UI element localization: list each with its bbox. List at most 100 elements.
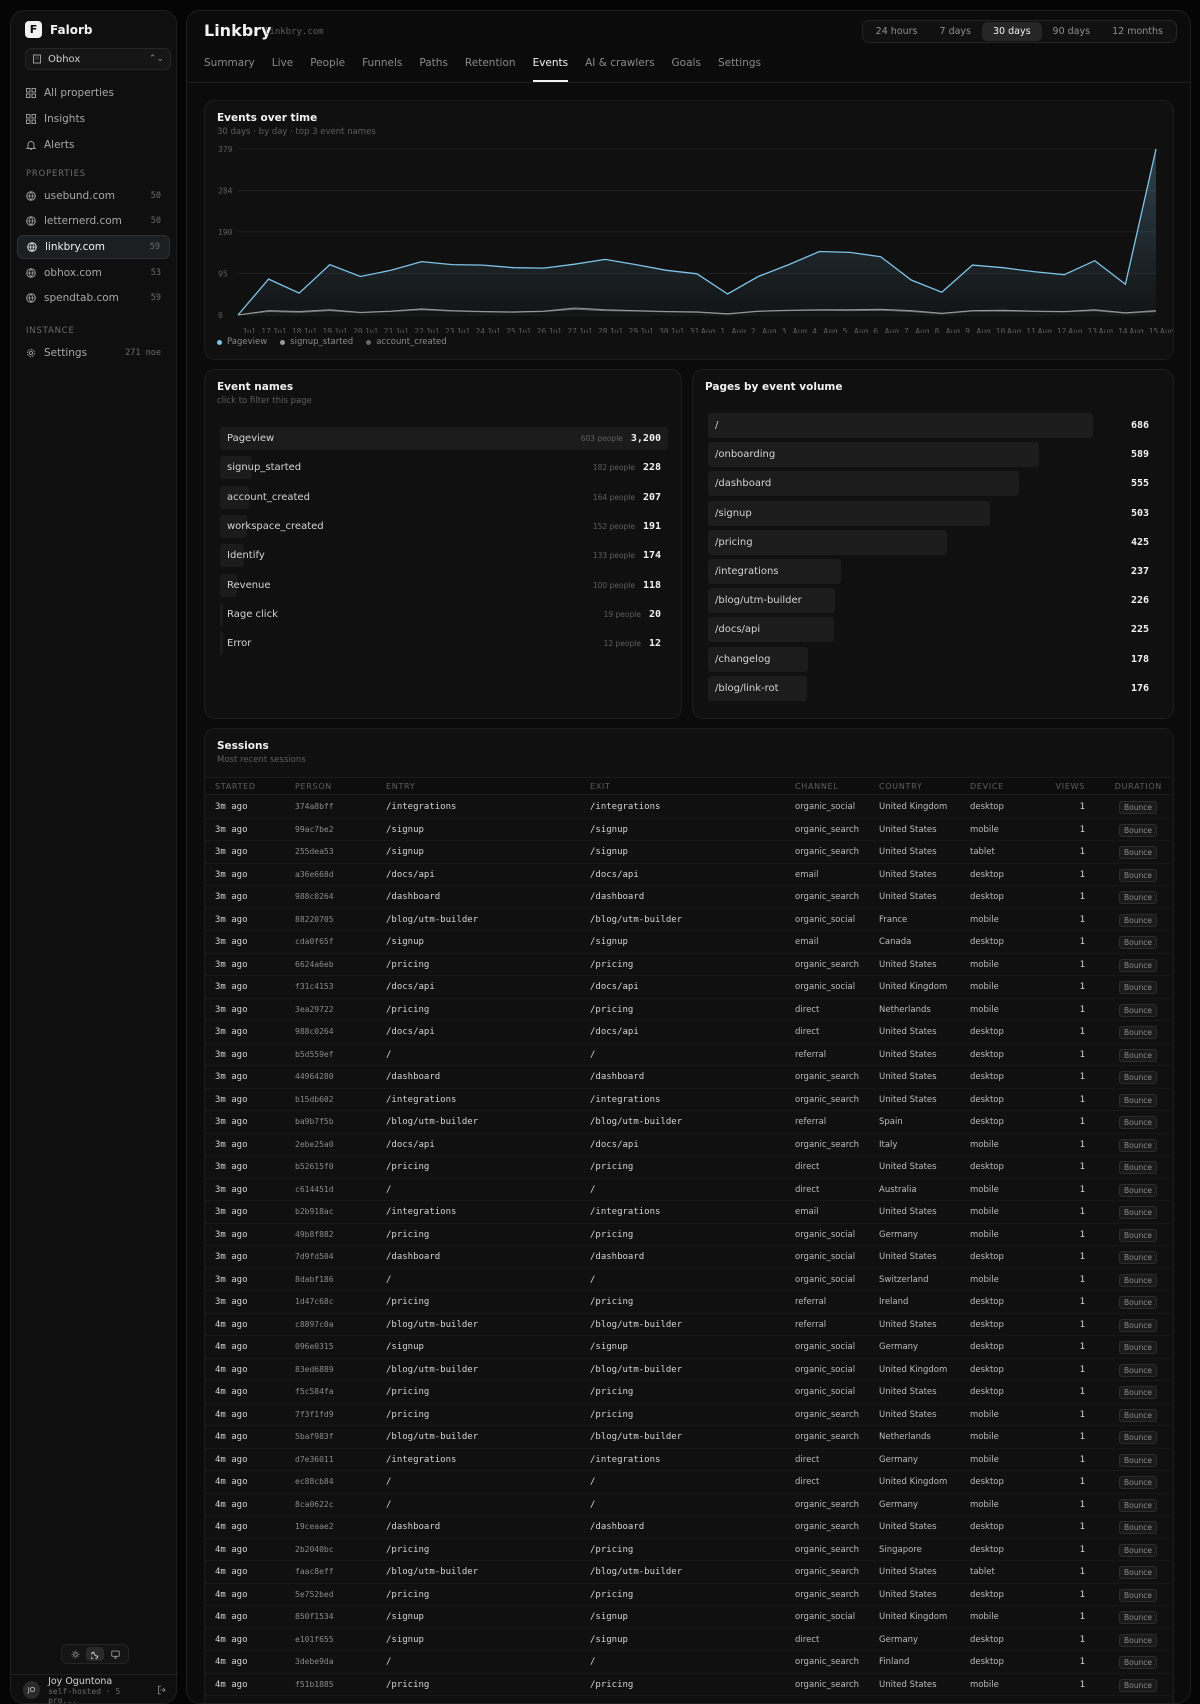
event-row-revenue[interactable]: Revenue 100 people 118 xyxy=(220,573,668,597)
session-row[interactable]: 4m ago 5baf983f/blog/utm-builder/blog/utm… xyxy=(205,1426,1170,1449)
page-row-onboarding[interactable]: /onboarding 589 xyxy=(708,441,1156,468)
range-30-days[interactable]: 30 days xyxy=(982,22,1042,41)
session-row[interactable]: 3m ago 99ac7be2/signup/signup organic_sear… xyxy=(205,819,1170,841)
session-row[interactable]: 3m ago 7d9fd504/dashboard/dashboard organi… xyxy=(205,1246,1170,1269)
session-row[interactable]: 4m ago 096e0315/signup/signup organic_soci… xyxy=(205,1336,1170,1359)
nav-insights[interactable]: Insights xyxy=(17,107,170,131)
session-row[interactable]: 3m ago f31c4153/docs/api/docs/api organic_… xyxy=(205,976,1170,999)
brand[interactable]: F Falorb xyxy=(25,21,92,38)
session-row[interactable]: 3m ago 49b8f882/pricing/pricing organic_so… xyxy=(205,1224,1170,1246)
session-row[interactable]: 3m ago 1d47c68c/pricing/pricing referral Ir… xyxy=(205,1291,1170,1314)
session-row[interactable]: 4m ago faac8eff/blog/utm-builder/blog/utm… xyxy=(205,1561,1170,1584)
session-row[interactable]: 4m ago e101f655/signup/signup direct German… xyxy=(205,1629,1170,1651)
tab-paths[interactable]: Paths xyxy=(419,57,448,82)
tab-summary[interactable]: Summary xyxy=(204,57,255,82)
session-row[interactable]: 4m ago c8897c0a/blog/utm-builder/blog/utm… xyxy=(205,1314,1170,1336)
session-row[interactable]: 3m ago 6624a6eb/pricing/pricing organic_se… xyxy=(205,954,1170,976)
range-90-days[interactable]: 90 days xyxy=(1042,22,1102,41)
cell-started: 3m ago xyxy=(215,1207,248,1217)
cell-country: Netherlands xyxy=(879,1004,931,1015)
session-row[interactable]: 4m ago 19ceaae2/dashboard/dashboard organi… xyxy=(205,1516,1170,1539)
system-theme-button[interactable] xyxy=(106,1647,124,1661)
tab-funnels[interactable]: Funnels xyxy=(362,57,402,82)
session-row[interactable]: 4m ago f51b1885/pricing/pricing organic_se… xyxy=(205,1674,1170,1696)
session-row[interactable]: 4m ago 7f3f1fd9/pricing/pricing organic_se… xyxy=(205,1404,1170,1426)
page-row-signup[interactable]: /signup 503 xyxy=(708,500,1156,527)
cell-started: 4m ago xyxy=(215,1634,248,1645)
nav-alerts[interactable]: Alerts xyxy=(17,133,170,157)
session-row[interactable]: 3m ago 255dea53/signup/signup organic_sear… xyxy=(205,841,1170,864)
tab-events[interactable]: Events xyxy=(532,57,568,82)
property-usebund[interactable]: usebund.com 50 xyxy=(17,184,170,208)
page-row-root[interactable]: / 686 xyxy=(708,412,1156,439)
tab-ai-crawlers[interactable]: AI & crawlers xyxy=(585,57,654,82)
session-row[interactable]: 3m ago 8dabf186 / / organic_social Switzerlan… xyxy=(205,1269,1170,1291)
session-row[interactable]: 3m ago 3ea29722/pricing/pricing direct Neth… xyxy=(205,999,1170,1021)
session-row[interactable]: 3m ago b5d559ef / / referral United States des… xyxy=(205,1044,1170,1066)
event-row-rage-click[interactable]: Rage click 19 people 20 xyxy=(220,602,668,626)
property-spendtab[interactable]: spendtab.com 59 xyxy=(17,286,170,310)
session-row[interactable]: 3m ago ba9b7f5b/blog/utm-builder/blog/utm… xyxy=(205,1111,1170,1134)
session-row[interactable]: 4m ago ec88cb84 / / direct United Kingdom desk… xyxy=(205,1471,1170,1494)
session-row[interactable]: 3m ago cda0f65f/signup/signup email Canada d… xyxy=(205,931,1170,954)
session-row[interactable]: 3m ago 2ebe25a0/docs/api/docs/api organic_… xyxy=(205,1134,1170,1156)
tab-live[interactable]: Live xyxy=(272,57,293,82)
session-row[interactable]: 3m ago b15db602/integrations/integrations… xyxy=(205,1089,1170,1111)
page-count: 176 xyxy=(1130,682,1149,694)
session-row[interactable]: 4m ago 2b2040bc/pricing/pricing organic_se… xyxy=(205,1539,1170,1561)
light-theme-button[interactable] xyxy=(66,1647,84,1661)
page-row-pricing[interactable]: /pricing 425 xyxy=(708,529,1156,556)
session-row[interactable]: 3m ago 988c0264/dashboard/dashboard organi… xyxy=(205,886,1170,909)
logout-icon[interactable] xyxy=(157,1685,166,1695)
dark-theme-button[interactable] xyxy=(86,1647,104,1661)
range-7-days[interactable]: 7 days xyxy=(929,22,983,41)
session-row[interactable]: 4m ago 83ed6889/blog/utm-builder/blog/utm… xyxy=(205,1359,1170,1381)
session-row[interactable]: 3m ago 44964280/dashboard/dashboard organi… xyxy=(205,1066,1170,1089)
moon-icon xyxy=(90,1651,98,1659)
bounce-badge: Bounce xyxy=(1119,1251,1157,1264)
tab-settings[interactable]: Settings xyxy=(718,57,761,82)
cell-channel: organic_search xyxy=(795,1589,860,1600)
session-row[interactable]: 3m ago 88220705/blog/utm-builder/blog/utm… xyxy=(205,909,1170,931)
event-row-account-created[interactable]: account_created 164 people 207 xyxy=(220,485,668,509)
session-row[interactable]: 3m ago b2b918ac/integrations/integrations… xyxy=(205,1201,1170,1224)
event-row-error[interactable]: Error 12 people 12 xyxy=(220,632,668,656)
session-row[interactable]: 3m ago c614451d / / direct Australia mobile 1 Bo… xyxy=(205,1179,1170,1201)
page-row-dashboard[interactable]: /dashboard 555 xyxy=(708,470,1156,497)
cell-channel: organic_search xyxy=(795,1499,860,1510)
session-row[interactable]: 4m ago 5e752bed/pricing/pricing organic_se… xyxy=(205,1584,1170,1606)
session-row[interactable]: 3m ago 374a8bff/integrations/integrations… xyxy=(205,796,1170,819)
range-12-months[interactable]: 12 months xyxy=(1101,22,1174,41)
property-letternerd[interactable]: letternerd.com 50 xyxy=(17,209,170,233)
page-row-changelog[interactable]: /changelog 178 xyxy=(708,646,1156,673)
cell-entry-page: /blog/utm-builder xyxy=(386,1117,479,1127)
nav-settings[interactable]: Settings 271 noe xyxy=(17,341,170,365)
event-row-pageview[interactable]: Pageview 603 people 3,200 xyxy=(220,427,668,450)
session-row[interactable]: 4m ago d7e36011/integrations/integrations… xyxy=(205,1449,1170,1471)
page-row-blog-link-rot[interactable]: /blog/link-rot 176 xyxy=(708,675,1156,702)
event-row-workspace-created[interactable]: workspace_created 152 people 191 xyxy=(220,514,668,538)
session-row[interactable]: 4m ago f5c584fa/pricing/pricing organic_so… xyxy=(205,1381,1170,1404)
property-obhox[interactable]: obhox.com 53 xyxy=(17,261,170,285)
page-row-integrations[interactable]: /integrations 237 xyxy=(708,558,1156,585)
cell-country: France xyxy=(879,914,908,925)
session-row[interactable]: 4m ago 850f1534/signup/signup organic_soci… xyxy=(205,1606,1170,1629)
cell-device: desktop xyxy=(970,1297,1004,1307)
nav-all-properties[interactable]: All properties xyxy=(17,81,170,105)
event-row-signup-started[interactable]: signup_started 182 people 228 xyxy=(220,456,668,480)
tab-goals[interactable]: Goals xyxy=(672,57,701,82)
range-24-hours[interactable]: 24 hours xyxy=(865,22,929,41)
event-row-identify[interactable]: Identify 133 people 174 xyxy=(220,544,668,568)
org-select[interactable]: Obhox ⌃⌄ xyxy=(25,48,171,70)
property-linkbry[interactable]: linkbry.com 59 xyxy=(17,235,170,259)
page-row-blog-utm-builder[interactable]: /blog/utm-builder 226 xyxy=(708,587,1156,614)
tab-retention[interactable]: Retention xyxy=(465,57,516,82)
session-row[interactable]: 4m ago 3debe9da / / organic_search Finland des… xyxy=(205,1651,1170,1674)
session-row[interactable]: 4m ago 8ca0622c / / organic_search Germany mob… xyxy=(205,1494,1170,1516)
session-row[interactable]: 3m ago b52615f0/pricing/pricing direct Unit… xyxy=(205,1156,1170,1179)
session-row[interactable]: 3m ago a36e668d/docs/api/docs/api email Uni… xyxy=(205,864,1170,886)
tab-people[interactable]: People xyxy=(310,57,345,82)
cell-started: 4m ago xyxy=(215,1589,248,1600)
page-row-docs-api[interactable]: /docs/api 225 xyxy=(708,616,1156,643)
session-row[interactable]: 3m ago 988c0264/docs/api/docs/api direct Un… xyxy=(205,1021,1170,1044)
